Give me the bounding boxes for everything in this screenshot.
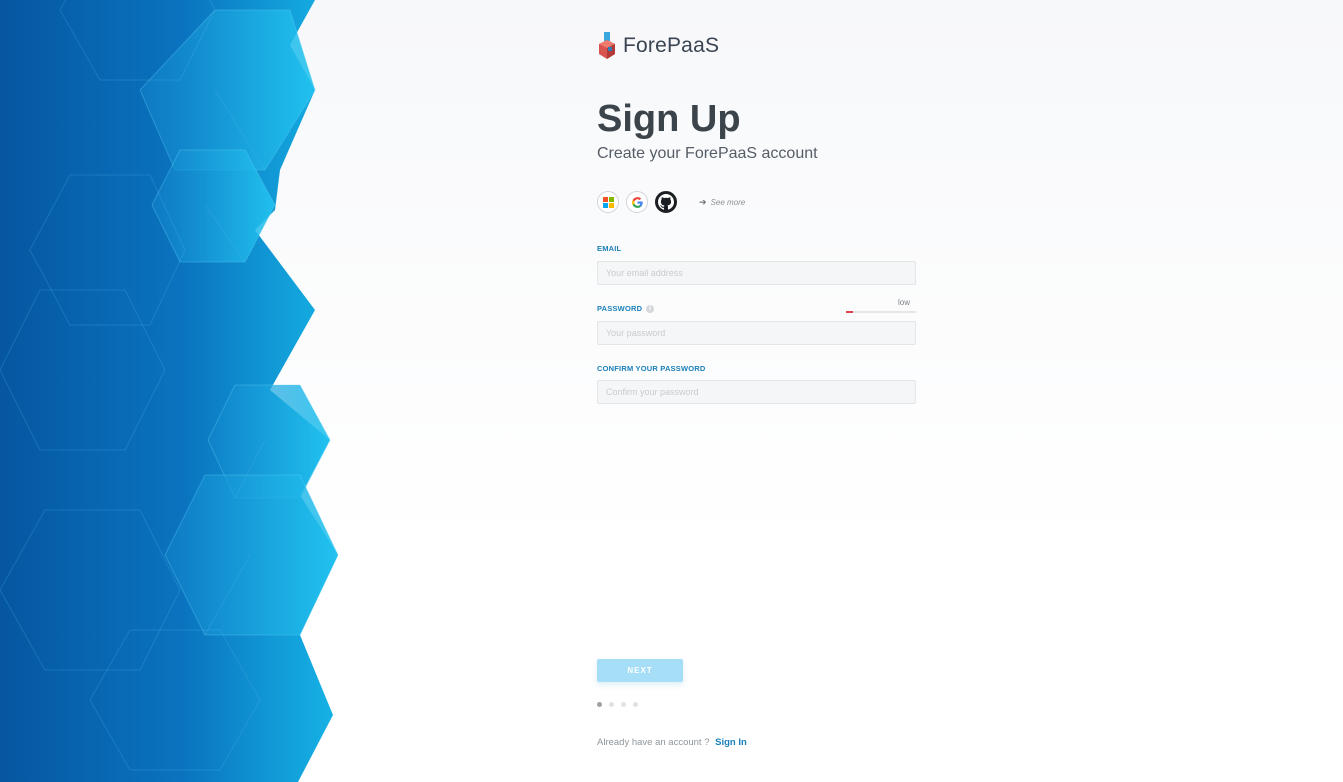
sso-providers: ➔ See more <box>597 191 745 213</box>
confirm-password-input[interactable] <box>597 380 916 404</box>
microsoft-signin-button[interactable] <box>597 191 619 213</box>
email-input[interactable] <box>597 261 916 285</box>
google-icon <box>631 196 643 208</box>
next-button[interactable]: NEXT <box>597 659 683 682</box>
step-indicator <box>597 702 645 707</box>
confirm-password-label-text: CONFIRM YOUR PASSWORD <box>597 364 706 373</box>
password-label-text: PASSWORD <box>597 304 643 313</box>
see-more-link[interactable]: ➔ See more <box>699 197 745 208</box>
email-label: EMAIL <box>597 244 621 253</box>
microsoft-icon <box>602 196 614 208</box>
step-dot <box>621 702 626 707</box>
google-signin-button[interactable] <box>626 191 648 213</box>
signin-prompt-text: Already have an account ? <box>597 737 710 748</box>
signin-prompt: Already have an account ? Sign In <box>597 737 747 748</box>
password-label: PASSWORD i <box>597 304 655 313</box>
page-title: Sign Up <box>597 98 741 140</box>
step-dot <box>633 702 638 707</box>
step-dot <box>609 702 614 707</box>
email-label-text: EMAIL <box>597 244 622 253</box>
signup-page: ForePaaS Sign Up Create your ForePaaS ac… <box>0 0 1343 782</box>
signup-form-column: ForePaaS Sign Up Create your ForePaaS ac… <box>597 0 917 782</box>
hexagon-background-art <box>0 0 339 782</box>
password-strength-label: low <box>897 298 910 307</box>
password-strength-fill <box>846 311 853 313</box>
github-signin-button[interactable] <box>655 191 677 213</box>
password-input[interactable] <box>597 321 916 345</box>
brand-name: ForePaaS <box>623 34 720 57</box>
brand-logo[interactable]: ForePaaS <box>597 32 719 60</box>
forepaas-logo-icon <box>599 32 615 59</box>
page-subtitle: Create your ForePaaS account <box>597 145 818 162</box>
password-strength-bar <box>846 311 916 313</box>
github-icon <box>658 194 674 210</box>
signin-link[interactable]: Sign In <box>715 737 747 748</box>
see-more-label: See more <box>710 197 746 207</box>
step-dot <box>597 702 602 707</box>
confirm-password-label: CONFIRM YOUR PASSWORD <box>597 364 706 373</box>
password-strength-meter: low <box>846 298 916 313</box>
arrow-right-icon: ➔ <box>699 196 707 207</box>
info-icon[interactable]: i <box>646 304 655 313</box>
